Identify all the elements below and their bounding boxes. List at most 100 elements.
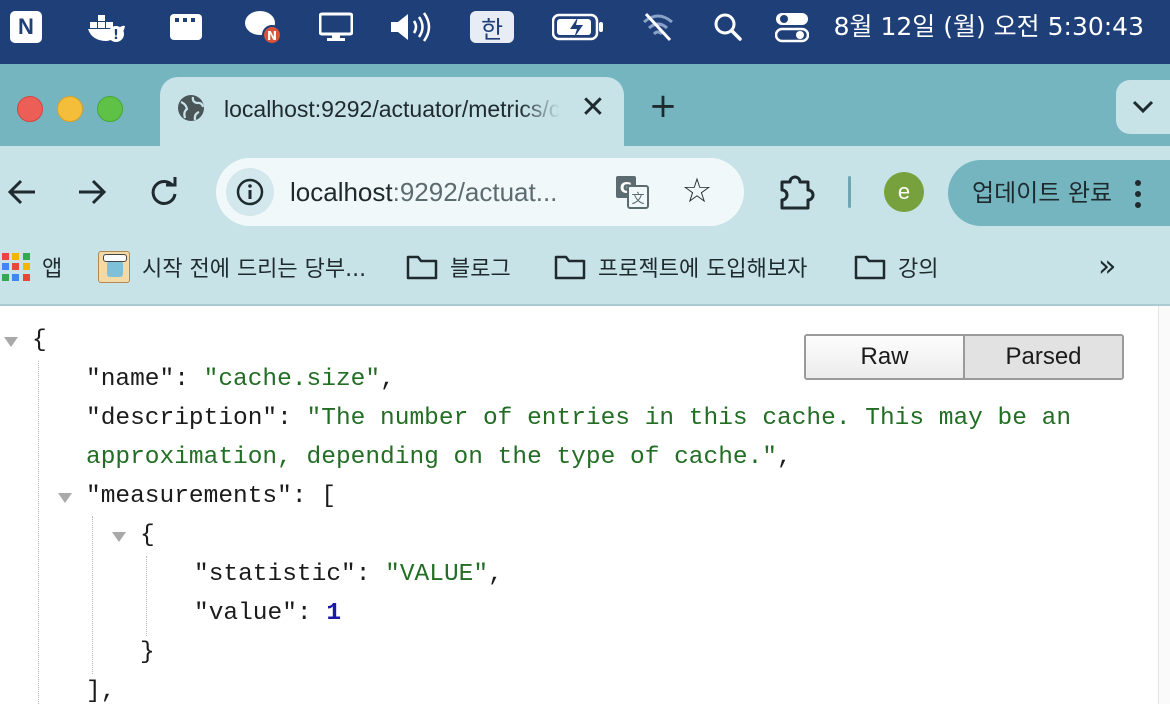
svg-text:!: ! xyxy=(113,28,119,43)
svg-text:N: N xyxy=(267,29,277,43)
macos-menu-bar: N ! N 한 8월 12일 (월) 오전 5:30:43 xyxy=(0,0,1170,64)
scrollbar[interactable] xyxy=(1158,306,1170,704)
tab-localhost-metrics[interactable]: localhost:9292/actuator/metrics/cache.si… xyxy=(160,77,624,146)
json-string: approximation, depending on the type of … xyxy=(86,444,778,471)
forward-button[interactable] xyxy=(70,170,114,214)
indent-guide xyxy=(38,361,39,704)
bookmark-getting-started[interactable]: 시작 전에 드리는 당부... xyxy=(98,250,366,284)
url-host: localhost xyxy=(290,177,393,207)
raw-button[interactable]: Raw xyxy=(806,336,963,378)
json-string: "The number of entries in this cache. Th… xyxy=(306,405,1072,432)
json-line: { xyxy=(140,517,155,555)
battery-charging-icon[interactable] xyxy=(552,0,604,54)
json-key: "description" xyxy=(86,405,278,432)
tab-title: localhost:9292/actuator/metrics/cache.si… xyxy=(224,96,560,122)
bookmark-label: 블로그 xyxy=(450,257,511,282)
window-icon[interactable] xyxy=(168,0,204,54)
chat-notification-icon[interactable]: N xyxy=(244,0,284,54)
bookmark-label: 프로젝트에 도입해보자 xyxy=(598,257,808,282)
json-key: "name" xyxy=(86,366,175,393)
json-brace: { xyxy=(32,327,47,354)
control-center-icon[interactable] xyxy=(774,0,810,54)
bookmark-star-icon[interactable]: ☆ xyxy=(678,172,716,210)
arrow-right-icon xyxy=(79,179,107,205)
view-mode-toggle: Raw Parsed xyxy=(804,334,1124,380)
indent-guide xyxy=(146,556,147,636)
toolbar-separator xyxy=(848,176,851,208)
browser-tab-strip: localhost:9292/actuator/metrics/cache.si… xyxy=(0,64,1170,146)
json-line: } xyxy=(140,634,155,672)
collapse-arrow-icon[interactable] xyxy=(112,532,126,542)
tab-close-button[interactable]: ✕ xyxy=(578,93,608,123)
site-info-button[interactable] xyxy=(226,168,274,216)
json-key: "measurements" xyxy=(86,483,292,510)
url-path: :9292/actuat... xyxy=(392,177,558,207)
json-brace: { xyxy=(140,522,155,549)
reload-button[interactable] xyxy=(142,170,186,214)
json-bracket: [ xyxy=(321,483,336,510)
json-key: "statistic" xyxy=(194,561,356,588)
thumbnail-icon xyxy=(98,251,130,283)
notion-icon-letter: N xyxy=(10,11,42,43)
spotlight-search-icon[interactable] xyxy=(712,0,744,54)
collapse-arrow-icon[interactable] xyxy=(58,493,72,503)
apps-grid-icon xyxy=(2,253,30,281)
reload-icon xyxy=(151,177,177,205)
info-icon xyxy=(236,178,264,206)
address-url[interactable]: localhost:9292/actuat... xyxy=(290,176,608,208)
window-zoom-button[interactable] xyxy=(97,96,123,122)
profile-avatar[interactable]: e xyxy=(884,172,924,212)
json-brace: } xyxy=(140,639,155,666)
update-button-label: 업데이트 완료 xyxy=(972,179,1113,207)
arrow-left-icon xyxy=(7,179,35,205)
notion-icon[interactable]: N xyxy=(8,0,44,54)
browser-toolbar: localhost:9292/actuat... G 文 ☆ e 업데이트 완료 xyxy=(0,146,1170,240)
volume-icon[interactable] xyxy=(388,0,432,54)
json-bracket: ], xyxy=(86,678,116,704)
address-bar[interactable]: localhost:9292/actuat... G 文 ☆ xyxy=(216,158,744,226)
svg-text:文: 文 xyxy=(631,192,644,207)
bookmark-label: 시작 전에 드리는 당부... xyxy=(142,257,367,282)
globe-icon xyxy=(178,95,205,121)
json-viewer: Raw Parsed { "name": "cache.size", "desc… xyxy=(0,306,1170,704)
indent-guide xyxy=(92,516,93,674)
folder-icon xyxy=(554,255,586,280)
chevron-down-icon xyxy=(1132,100,1154,114)
bookmark-label: 강의 xyxy=(898,257,939,282)
bookmark-folder-lecture[interactable]: 강의 xyxy=(854,250,938,284)
json-string: "VALUE" xyxy=(385,561,489,588)
input-source-label: 한 xyxy=(470,11,514,44)
update-button[interactable]: 업데이트 완료 xyxy=(948,160,1170,226)
extensions-puzzle-icon[interactable] xyxy=(776,170,820,214)
translate-icon[interactable]: G 文 xyxy=(614,174,650,210)
window-close-button[interactable] xyxy=(17,96,43,122)
bookmark-label: 앱 xyxy=(42,257,63,282)
new-tab-button[interactable]: + xyxy=(645,88,681,124)
tab-search-button[interactable] xyxy=(1116,80,1170,134)
back-button[interactable] xyxy=(0,170,44,214)
json-key: "value" xyxy=(194,600,297,627)
collapse-arrow-icon[interactable] xyxy=(4,337,18,347)
bookmark-folder-blog[interactable]: 블로그 xyxy=(406,250,511,284)
json-line: { xyxy=(32,322,47,360)
parsed-button[interactable]: Parsed xyxy=(963,336,1122,378)
json-line: approximation, depending on the type of … xyxy=(86,444,792,471)
wifi-off-icon[interactable] xyxy=(640,0,676,54)
bookmark-apps[interactable]: 앱 xyxy=(2,250,62,284)
display-icon[interactable] xyxy=(318,0,354,54)
json-line: ], xyxy=(86,673,115,704)
json-line: "measurements": [ xyxy=(86,483,336,510)
bookmark-folder-project[interactable]: 프로젝트에 도입해보자 xyxy=(554,250,807,284)
docker-icon[interactable]: ! xyxy=(84,0,128,54)
double-chevron-right-icon[interactable]: » xyxy=(1098,250,1128,284)
folder-icon xyxy=(854,255,886,280)
json-number: 1 xyxy=(326,600,342,627)
json-string: "cache.size" xyxy=(203,366,381,393)
input-source-icon[interactable]: 한 xyxy=(470,0,514,54)
folder-icon xyxy=(406,255,438,280)
bookmarks-bar: 앱 시작 전에 드리는 당부... 블로그 프로젝트에 도입해보자 강의 » xyxy=(0,240,1170,306)
more-vert-icon[interactable] xyxy=(1128,176,1148,212)
menubar-clock[interactable]: 8월 12일 (월) 오전 5:30:43 xyxy=(834,0,1144,50)
window-minimize-button[interactable] xyxy=(57,96,83,122)
json-line: "description": "The number of entries in… xyxy=(86,405,1072,432)
